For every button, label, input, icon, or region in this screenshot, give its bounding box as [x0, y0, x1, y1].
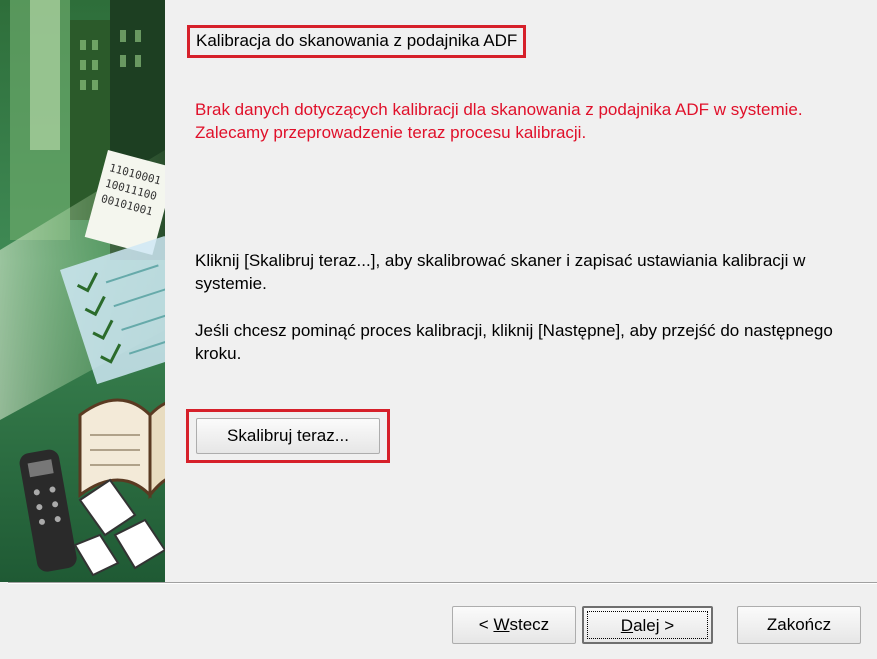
next-button[interactable]: Dalej > [582, 606, 713, 644]
back-prefix: < [478, 615, 494, 634]
back-button[interactable]: < Wstecz [452, 606, 576, 644]
warning-message: Brak danych dotyczących kalibracji dla s… [195, 100, 803, 142]
book-graphic [78, 398, 165, 500]
calibrate-instructions: Kliknij [Skalibruj teraz...], aby skalib… [195, 251, 806, 293]
back-mnemonic: W [493, 615, 510, 634]
finish-button[interactable]: Zakończ [737, 606, 861, 644]
back-label-rest: stecz [509, 615, 550, 634]
wizard-content: Kalibracja do skanowania z podajnika ADF… [165, 0, 877, 582]
next-label-rest: alej > [633, 616, 675, 635]
next-mnemonic: D [620, 616, 634, 635]
calibrate-highlight: Skalibruj teraz... [186, 409, 390, 463]
calibrate-now-button[interactable]: Skalibruj teraz... [196, 418, 380, 454]
footer-separator [8, 582, 877, 584]
wizard-window: 11010001 10011100 00101001 Kalibracja do… [0, 0, 877, 659]
skip-instructions: Jeśli chcesz pominąć proces kalibracji, … [195, 321, 833, 363]
sidebar-illustration: 11010001 10011100 00101001 [0, 0, 165, 582]
focus-rect: Dalej > [587, 611, 708, 639]
page-title: Kalibracja do skanowania z podajnika ADF [187, 25, 527, 58]
wizard-sidebar-graphic: 11010001 10011100 00101001 [0, 0, 165, 582]
